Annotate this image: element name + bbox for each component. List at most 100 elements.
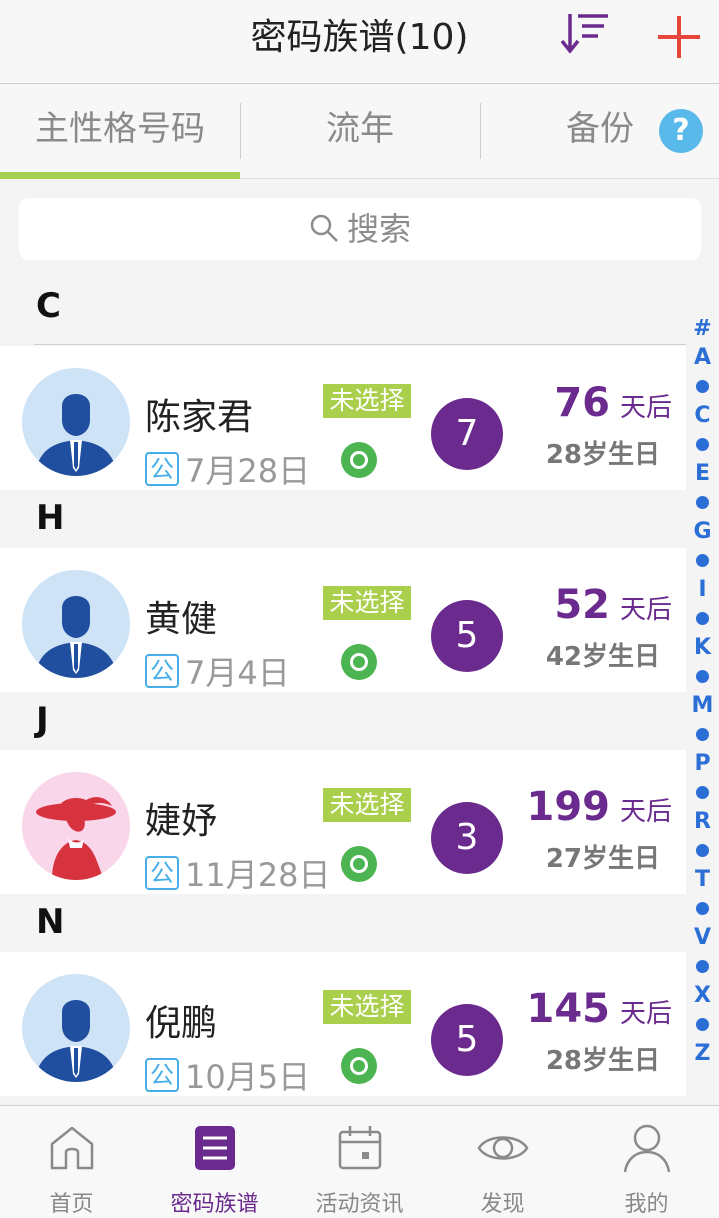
status-badge[interactable]: 未选择: [323, 586, 411, 620]
birth-date: 公 11月28日: [145, 850, 330, 894]
nav-label: 我的: [624, 1192, 669, 1217]
tab-bar: 主性格号码 流年 备份 ?: [0, 85, 719, 179]
index-letter[interactable]: R: [686, 807, 719, 836]
index-dot[interactable]: [686, 1010, 719, 1039]
index-dot[interactable]: [686, 778, 719, 807]
index-letter[interactable]: G: [686, 517, 719, 546]
index-letter[interactable]: P: [686, 749, 719, 778]
section-header: H: [0, 490, 686, 548]
nav-events[interactable]: 活动资讯: [288, 1106, 431, 1218]
calendar-type-badge: 公: [145, 1058, 179, 1092]
calendar-type-badge: 公: [145, 654, 179, 688]
status-badge[interactable]: 未选择: [323, 788, 411, 822]
section-letter: N: [36, 902, 65, 942]
section-header: C: [0, 278, 686, 336]
index-letter[interactable]: #: [686, 314, 719, 343]
days-unit: 天后: [619, 393, 672, 423]
contact-row[interactable]: 黄健 公 7月4日 未选择 5 52 天后 42岁生日: [0, 548, 686, 692]
birth-date: 公 7月4日: [145, 648, 290, 692]
index-letter[interactable]: V: [686, 923, 719, 952]
plus-icon: [658, 16, 700, 58]
index-letter[interactable]: M: [686, 691, 719, 720]
app: 密码族谱(10) 主性格号码 流年 备份 ? 搜索 C 陈家君 公 7月28日 …: [0, 0, 719, 1218]
index-letter[interactable]: Z: [686, 1039, 719, 1068]
search-input[interactable]: 搜索: [19, 198, 701, 260]
contact-name: 婕妤: [145, 801, 218, 842]
days-until: 76 天后: [554, 380, 672, 426]
tab-main-personality[interactable]: 主性格号码: [0, 85, 240, 177]
eye-icon: [477, 1136, 529, 1160]
user-icon: [623, 1124, 671, 1173]
tab-annual[interactable]: 流年: [240, 85, 480, 177]
search-bar[interactable]: 搜索: [19, 198, 701, 260]
contact-name: 陈家君: [145, 397, 254, 438]
section-header: N: [0, 894, 686, 952]
male-avatar: [22, 570, 130, 678]
index-dot[interactable]: [686, 488, 719, 517]
date-text: 10月5日: [185, 1058, 311, 1096]
target-icon[interactable]: [341, 644, 377, 680]
sort-button[interactable]: [558, 10, 612, 56]
alphabet-index[interactable]: # A C E G I K M P R T V X Z: [686, 278, 719, 1104]
status-badge[interactable]: 未选择: [323, 384, 411, 418]
index-dot[interactable]: [686, 604, 719, 633]
nav-label: 活动资讯: [315, 1192, 404, 1217]
nav-profile[interactable]: 我的: [575, 1106, 718, 1218]
contact-name: 黄健: [145, 599, 218, 640]
list-icon: [195, 1126, 235, 1170]
index-dot[interactable]: [686, 894, 719, 923]
search-icon: [310, 214, 338, 242]
index-dot[interactable]: [686, 430, 719, 459]
birthday-age: 42岁生日: [545, 642, 660, 672]
index-dot[interactable]: [686, 720, 719, 749]
nav-home[interactable]: 首页: [0, 1106, 143, 1218]
calendar-type-badge: 公: [145, 856, 179, 890]
date-text: 7月28日: [185, 452, 311, 490]
target-icon[interactable]: [341, 442, 377, 478]
home-icon: [50, 1126, 94, 1170]
target-icon[interactable]: [341, 846, 377, 882]
male-avatar: [22, 974, 130, 1082]
index-dot[interactable]: [686, 546, 719, 575]
nav-label: 发现: [480, 1192, 525, 1217]
nav-discover[interactable]: 发现: [431, 1106, 574, 1218]
date-text: 11月28日: [185, 856, 331, 894]
days-count: 52: [554, 582, 610, 628]
index-dot[interactable]: [686, 836, 719, 865]
days-unit: 天后: [619, 999, 672, 1029]
active-tab-indicator: [0, 172, 240, 179]
contact-row[interactable]: 陈家君 公 7月28日 未选择 7 76 天后 28岁生日: [0, 346, 686, 490]
index-dot[interactable]: [686, 372, 719, 401]
index-letter[interactable]: A: [686, 343, 719, 372]
contact-row[interactable]: 倪鹏 公 10月5日 未选择 5 145 天后 28岁生日: [0, 952, 686, 1096]
days-until: 199 天后: [526, 784, 672, 830]
index-column[interactable]: # A C E G I K M P R T V X Z: [686, 314, 719, 1068]
add-contact-button[interactable]: [652, 10, 706, 64]
index-letter[interactable]: X: [686, 981, 719, 1010]
help-icon[interactable]: ?: [659, 109, 703, 153]
index-letter[interactable]: K: [686, 633, 719, 662]
index-letter[interactable]: T: [686, 865, 719, 894]
birth-date: 公 10月5日: [145, 1052, 310, 1096]
index-letter[interactable]: E: [686, 459, 719, 488]
days-unit: 天后: [619, 595, 672, 625]
personality-number: 5: [431, 600, 503, 672]
contact-row[interactable]: 婕妤 公 11月28日 未选择 3 199 天后 27岁生日: [0, 750, 686, 894]
status-badge[interactable]: 未选择: [323, 990, 411, 1024]
female-avatar: [22, 772, 130, 880]
index-dot[interactable]: [686, 662, 719, 691]
index-dot[interactable]: [686, 952, 719, 981]
index-letter[interactable]: I: [686, 575, 719, 604]
days-count: 199: [526, 784, 610, 830]
bottom-nav: 首页 密码族谱 活动资讯 发现 我的: [0, 1105, 719, 1218]
sort-descending-icon: [560, 14, 608, 54]
top-bar: 密码族谱(10): [0, 0, 719, 84]
date-text: 7月4日: [185, 654, 290, 692]
target-icon[interactable]: [341, 1048, 377, 1084]
personality-number: 5: [431, 1004, 503, 1076]
days-count: 145: [526, 986, 610, 1032]
nav-family-tree[interactable]: 密码族谱: [143, 1106, 286, 1218]
index-letter[interactable]: C: [686, 401, 719, 430]
personality-number: 3: [431, 802, 503, 874]
birthday-age: 28岁生日: [545, 1046, 660, 1076]
